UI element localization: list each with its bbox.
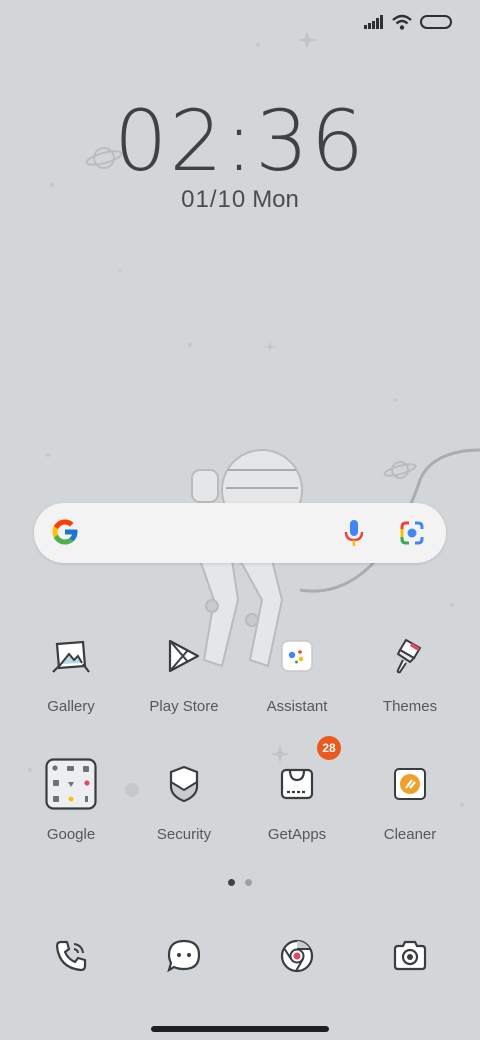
assistant-icon [269, 628, 325, 684]
app-cleaner[interactable]: Cleaner [355, 756, 465, 843]
notification-badge: 28 [317, 736, 341, 760]
app-getapps[interactable]: 28 GetApps [242, 736, 352, 843]
security-shield-icon [156, 756, 212, 812]
weekday-text: Mon [252, 186, 299, 213]
dock-camera[interactable] [382, 934, 438, 978]
app-google-folder[interactable]: Google [16, 756, 126, 843]
gesture-nav-handle[interactable] [151, 1026, 329, 1032]
lockscreen-clock[interactable]: 02:36 [0, 92, 480, 190]
date-text: 01/10 [181, 186, 247, 213]
app-label: GetApps [267, 826, 327, 843]
google-search-bar[interactable] [34, 503, 446, 563]
cleaner-broom-icon [382, 756, 438, 812]
camera-icon [393, 940, 427, 971]
battery-icon [420, 15, 452, 29]
messages-icon [167, 939, 201, 973]
gallery-icon [43, 628, 99, 684]
app-label: Themes [382, 698, 438, 715]
dock-chrome[interactable] [269, 934, 325, 978]
app-themes[interactable]: Themes [355, 628, 465, 715]
google-lens-icon[interactable] [398, 519, 426, 547]
signal-bars-icon [364, 15, 383, 29]
page-dot-active[interactable] [228, 879, 235, 886]
clock-date[interactable]: 01/10 Mon [0, 186, 480, 214]
app-assistant[interactable]: Assistant [242, 628, 352, 715]
google-g-icon [52, 519, 78, 545]
dock-messages[interactable] [156, 934, 212, 978]
status-bar [364, 14, 452, 30]
app-label: Assistant [266, 698, 328, 715]
chrome-icon [280, 939, 314, 973]
getapps-bag-icon: 28 [269, 736, 341, 812]
app-label: Security [156, 826, 212, 843]
google-folder-icon [43, 756, 99, 812]
app-gallery[interactable]: Gallery [16, 628, 126, 715]
play-store-icon [156, 628, 212, 684]
app-play-store[interactable]: Play Store [129, 628, 239, 715]
microphone-icon[interactable] [342, 519, 366, 547]
wifi-icon [392, 14, 412, 30]
app-label: Google [46, 826, 96, 843]
page-dot[interactable] [245, 879, 252, 886]
app-security[interactable]: Security [129, 756, 239, 843]
page-indicator[interactable] [0, 879, 480, 886]
dock-phone[interactable] [43, 934, 99, 978]
app-label: Gallery [47, 698, 95, 715]
app-label: Play Store [149, 698, 219, 715]
phone-icon [55, 940, 87, 972]
app-label: Cleaner [383, 826, 437, 843]
themes-brush-icon [382, 628, 438, 684]
